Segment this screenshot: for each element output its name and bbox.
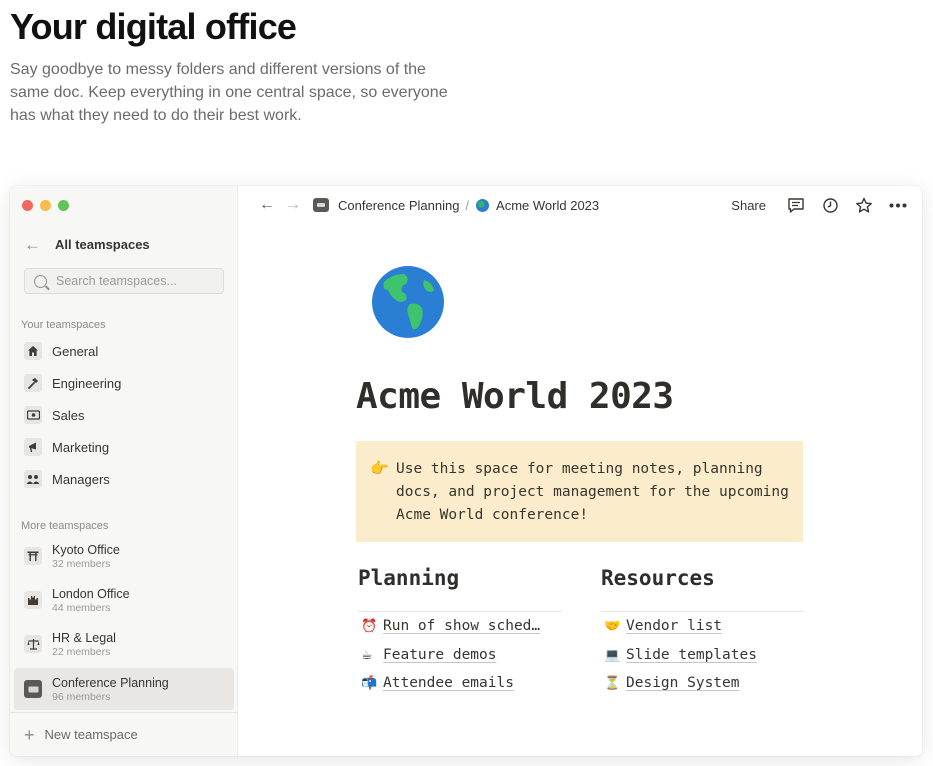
callout-text: Use this space for meeting notes, planni… <box>396 461 789 523</box>
teamspace-label: Marketing <box>52 439 110 455</box>
search-icon <box>34 274 47 288</box>
coffee-icon: ☕ <box>361 646 373 662</box>
link-attendee-emails[interactable]: 📬 Attendee emails <box>361 669 562 698</box>
teamspace-name: HR & Legal <box>52 630 116 645</box>
link-label: Design System <box>626 675 740 692</box>
close-window-button[interactable] <box>22 200 33 211</box>
teamspace-label: General <box>52 343 99 359</box>
breadcrumb-parent-label: Conference Planning <box>338 197 460 213</box>
money-icon <box>24 406 42 424</box>
teamspace-name: Conference Planning <box>52 675 169 690</box>
member-count: 96 members <box>52 690 111 703</box>
globe-icon <box>476 198 490 212</box>
new-teamspace-button[interactable]: + New teamspace <box>10 712 237 756</box>
teamspace-label: Managers <box>52 471 110 487</box>
hero-subtitle: Say goodbye to messy folders and differe… <box>10 61 448 124</box>
forward-icon[interactable]: → <box>285 196 301 214</box>
house-icon <box>24 342 42 360</box>
teamspace-marketing[interactable]: Marketing <box>14 432 234 462</box>
search-input[interactable] <box>56 274 216 288</box>
breadcrumb-separator: / <box>465 197 470 213</box>
hourglass-icon: ⏳ <box>604 675 621 691</box>
member-count: 44 members <box>52 601 111 614</box>
plus-icon: + <box>24 724 35 745</box>
minimize-window-button[interactable] <box>40 200 51 211</box>
teamspace-conference-planning[interactable]: Conference Planning 96 members <box>14 668 234 710</box>
search-box <box>24 268 224 294</box>
window-controls <box>22 200 69 211</box>
link-vendor-list[interactable]: 🤝 Vendor list <box>604 612 805 641</box>
megaphone-icon <box>24 438 42 456</box>
link-feature-demos[interactable]: ☕ Feature demos <box>361 641 562 670</box>
breadcrumb-current-label: Acme World 2023 <box>496 197 600 213</box>
link-label: Feature demos <box>383 646 497 663</box>
member-count: 22 members <box>52 645 111 658</box>
share-button[interactable]: Share <box>731 198 766 213</box>
globe-icon <box>372 266 444 338</box>
back-arrow-icon[interactable]: ← <box>24 236 41 253</box>
link-label: Slide templates <box>626 646 757 663</box>
topbar: ← → Conference Planning / Acme World 202… <box>238 186 922 224</box>
hero-title: Your digital office <box>10 6 297 47</box>
back-icon[interactable]: ← <box>259 196 275 214</box>
link-slide-templates[interactable]: 💻 Slide templates <box>604 641 805 670</box>
teamspace-hr-legal[interactable]: HR & Legal 22 members <box>14 623 234 665</box>
people-icon <box>24 470 42 488</box>
breadcrumb-parent[interactable]: Conference Planning <box>313 198 459 213</box>
teamspace-name: London Office <box>52 586 130 601</box>
callout: 👉 Use this space for meeting notes, plan… <box>356 441 803 542</box>
teamspace-general[interactable]: General <box>14 336 234 366</box>
planning-column: Planning ⏰ Run of show sched… ☕ Feature … <box>358 566 562 698</box>
link-design-system[interactable]: ⏳ Design System <box>604 669 805 698</box>
teamspace-name: Kyoto Office <box>52 542 120 557</box>
teamspace-kyoto-office[interactable]: Kyoto Office 32 members <box>14 535 234 577</box>
torii-icon <box>24 547 42 565</box>
link-label: Attendee emails <box>383 675 514 692</box>
castle-icon <box>24 591 42 609</box>
resources-column: Resources 🤝 Vendor list 💻 Slide template… <box>601 566 805 698</box>
more-options-icon[interactable] <box>888 195 908 215</box>
teamspace-engineering[interactable]: Engineering <box>14 368 234 398</box>
all-teamspaces-label: All teamspaces <box>55 237 150 252</box>
ticket-icon <box>24 680 42 698</box>
topbar-tools: Share <box>731 186 908 224</box>
breadcrumb-current[interactable]: Acme World 2023 <box>476 198 599 213</box>
member-count: 32 members <box>52 557 111 570</box>
page-title: Acme World 2023 <box>356 376 674 417</box>
star-icon[interactable] <box>854 195 874 215</box>
comments-icon[interactable] <box>786 195 806 215</box>
maximize-window-button[interactable] <box>58 200 69 211</box>
planning-heading: Planning <box>358 566 460 590</box>
mailbox-icon: 📬 <box>361 675 378 691</box>
link-run-of-show[interactable]: ⏰ Run of show sched… <box>361 612 562 641</box>
sidebar: ← All teamspaces Your teamspaces General… <box>10 186 238 756</box>
teamspace-managers[interactable]: Managers <box>14 464 234 494</box>
page-content: ← → Conference Planning / Acme World 202… <box>238 186 922 756</box>
pointing-hand-icon: 👉 <box>370 460 389 477</box>
hammer-icon <box>24 374 42 392</box>
history-clock-icon[interactable] <box>820 195 840 215</box>
teamspace-label: Sales <box>52 407 85 423</box>
teamspace-london-office[interactable]: London Office 44 members <box>14 579 234 621</box>
link-label: Run of show sched… <box>383 618 541 635</box>
your-teamspaces-label: Your teamspaces <box>21 319 106 331</box>
scales-icon <box>24 635 42 653</box>
all-teamspaces-header: ← All teamspaces <box>24 236 150 253</box>
link-label: Vendor list <box>626 618 723 635</box>
ticket-icon <box>313 198 329 212</box>
app-window: ← All teamspaces Your teamspaces General… <box>10 186 922 756</box>
new-teamspace-label: New teamspace <box>44 727 138 742</box>
alarm-clock-icon: ⏰ <box>361 618 378 634</box>
resources-heading: Resources <box>601 566 715 590</box>
teamspace-label: Engineering <box>52 375 122 391</box>
handshake-icon: 🤝 <box>604 618 621 634</box>
more-teamspaces-label: More teamspaces <box>21 520 109 532</box>
laptop-icon: 💻 <box>604 646 621 662</box>
teamspace-sales[interactable]: Sales <box>14 400 234 430</box>
